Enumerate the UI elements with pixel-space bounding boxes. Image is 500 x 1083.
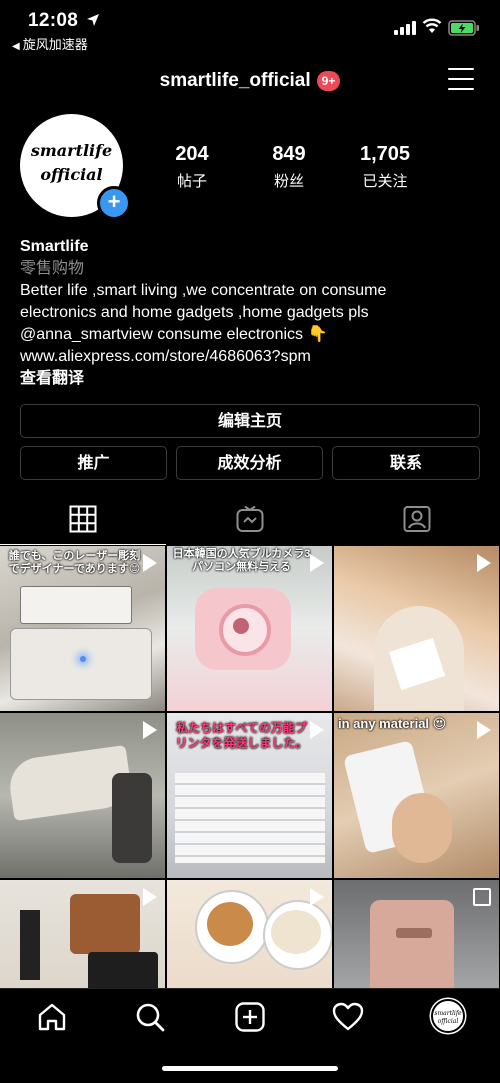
contact-button[interactable]: 联系 bbox=[332, 446, 480, 480]
video-icon bbox=[143, 888, 157, 906]
profile-name: Smartlife bbox=[20, 238, 89, 255]
new-post-icon[interactable] bbox=[234, 1001, 266, 1033]
posts-count[interactable]: 204 帖子 bbox=[147, 143, 237, 191]
back-app-label: 旋风加速器 bbox=[22, 37, 88, 52]
bio-line: electronics and home gadgets ,home gadge… bbox=[20, 304, 369, 321]
notification-badge: 9+ bbox=[316, 71, 341, 91]
post-thumbnail[interactable]: in any material 😍 bbox=[334, 713, 499, 878]
post-caption: 私たちはすべての万能プリンタを発送しました。 bbox=[175, 721, 308, 750]
bio-mention-line[interactable]: @anna_smartview consume electronics 👇 bbox=[20, 324, 490, 346]
cellular-signal-icon bbox=[394, 21, 416, 35]
insights-button[interactable]: 成效分析 bbox=[176, 446, 323, 480]
search-icon[interactable] bbox=[134, 1001, 166, 1033]
promotions-button[interactable]: 推广 bbox=[20, 446, 167, 480]
back-to-app-link[interactable]: ◀ 旋风加速器 bbox=[12, 34, 88, 53]
posts-count-label: 帖子 bbox=[176, 173, 207, 190]
battery-charging-icon bbox=[448, 20, 479, 36]
add-story-icon[interactable]: + bbox=[97, 186, 131, 220]
carousel-icon bbox=[473, 888, 491, 906]
username: smartlife_official bbox=[159, 70, 311, 91]
tab-igtv[interactable] bbox=[167, 494, 333, 544]
followers-count[interactable]: 849 粉丝 bbox=[244, 143, 334, 191]
post-thumbnail[interactable] bbox=[334, 546, 499, 711]
profile-tabs bbox=[0, 494, 500, 545]
activity-heart-icon[interactable] bbox=[332, 1001, 364, 1033]
bio-link[interactable]: www.aliexpress.com/store/4686063?spm bbox=[20, 346, 490, 368]
video-icon bbox=[310, 888, 324, 906]
wifi-icon bbox=[422, 18, 442, 33]
following-count-value: 1,705 bbox=[359, 143, 411, 165]
post-caption: in any material 😍 bbox=[338, 716, 447, 731]
avatar-logo: smartlife official bbox=[30, 141, 113, 184]
post-caption: 日本韓国の人気ブルカメラ3パソコン無料与える bbox=[172, 548, 311, 573]
post-caption: 誰でも、このレーザー彫刻でデザイナーであります😊 bbox=[8, 550, 141, 575]
video-icon bbox=[310, 554, 324, 572]
home-icon[interactable] bbox=[36, 1001, 68, 1033]
tab-grid[interactable] bbox=[0, 494, 166, 545]
bio-line: Better life ,smart living ,we concentrat… bbox=[20, 282, 387, 299]
profile-header: smartlife_official 9+ bbox=[0, 60, 500, 100]
following-count-label: 已关注 bbox=[362, 173, 408, 190]
video-icon bbox=[477, 721, 491, 739]
igtv-icon bbox=[236, 505, 264, 532]
profile-category: 零售购物 bbox=[20, 260, 85, 277]
followers-count-value: 849 bbox=[272, 143, 306, 165]
account-switcher[interactable]: smartlife_official 9+ bbox=[0, 70, 500, 92]
profile-bio: Smartlife 零售购物 Better life ,smart living… bbox=[20, 236, 490, 390]
video-icon bbox=[143, 721, 157, 739]
location-arrow-icon bbox=[87, 14, 99, 26]
tagged-icon bbox=[403, 506, 431, 532]
profile-avatar-tab[interactable]: smartlife official bbox=[431, 999, 465, 1033]
see-translation-link[interactable]: 查看翻译 bbox=[20, 368, 490, 390]
post-thumbnail[interactable]: 誰でも、このレーザー彫刻でデザイナーであります😊 bbox=[0, 546, 165, 711]
menu-icon[interactable] bbox=[448, 68, 474, 90]
back-triangle-icon: ◀ bbox=[12, 41, 20, 52]
post-thumbnail[interactable] bbox=[0, 880, 165, 988]
post-thumbnail[interactable] bbox=[334, 880, 499, 988]
following-count[interactable]: 1,705 已关注 bbox=[340, 143, 430, 191]
home-indicator bbox=[162, 1066, 338, 1071]
followers-count-label: 粉丝 bbox=[273, 173, 304, 190]
tab-tagged[interactable] bbox=[334, 494, 500, 544]
grid-icon bbox=[69, 505, 97, 533]
video-icon bbox=[310, 721, 324, 739]
posts-grid: 誰でも、このレーザー彫刻でデザイナーであります😊 日本韓国の人気ブルカメラ3パソ… bbox=[0, 546, 500, 988]
post-thumbnail[interactable]: 私たちはすべての万能プリンタを発送しました。 bbox=[167, 713, 332, 878]
edit-profile-button[interactable]: 编辑主页 bbox=[20, 404, 480, 438]
posts-count-value: 204 bbox=[175, 143, 209, 165]
post-thumbnail[interactable] bbox=[167, 880, 332, 988]
post-thumbnail[interactable] bbox=[0, 713, 165, 878]
clock: 12:08 bbox=[28, 10, 79, 31]
video-icon bbox=[143, 554, 157, 572]
video-icon bbox=[477, 554, 491, 572]
status-bar: 12:08 ◀ 旋风加速器 bbox=[0, 0, 500, 52]
post-thumbnail[interactable]: 日本韓国の人気ブルカメラ3パソコン無料与える bbox=[167, 546, 332, 711]
